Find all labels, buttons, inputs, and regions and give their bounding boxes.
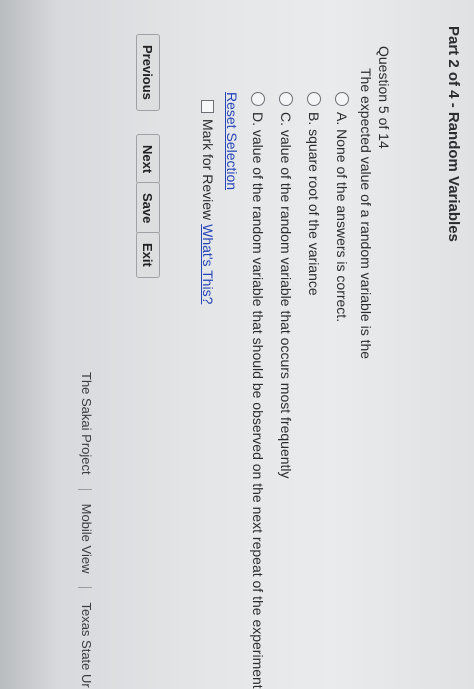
checkbox[interactable]: [201, 100, 215, 113]
previous-button[interactable]: Previous: [136, 34, 160, 111]
option-label: A. None of the answers is correct.: [334, 112, 350, 323]
section-title: Part 2 of 4 - Random Variables: [445, 26, 462, 242]
radio-button[interactable]: [279, 92, 293, 106]
option-label: C. value of the random variable that occ…: [278, 112, 294, 479]
option-b[interactable]: B. square root of the variance: [306, 92, 322, 296]
footer-divider: [78, 587, 93, 589]
exit-button[interactable]: Exit: [136, 232, 160, 278]
question-number: Question 5 of 14: [376, 46, 392, 149]
mark-for-review-label: Mark for Review: [200, 119, 216, 221]
option-d[interactable]: D. value of the random variable that sho…: [250, 92, 266, 689]
radio-button[interactable]: [335, 92, 349, 106]
option-a[interactable]: A. None of the answers is correct.: [334, 92, 350, 322]
option-c[interactable]: C. value of the random variable that occ…: [278, 92, 294, 479]
footer-divider: [78, 488, 93, 490]
radio-button[interactable]: [307, 92, 321, 106]
sakai-project-link[interactable]: The Sakai Project: [79, 372, 94, 475]
whats-this-link[interactable]: What's This?: [200, 224, 216, 304]
radio-button[interactable]: [251, 92, 265, 106]
question-text: The expected value of a random variable …: [358, 68, 374, 360]
option-label: B. square root of the variance: [306, 112, 322, 296]
next-button[interactable]: Next: [136, 134, 160, 185]
texas-state-link[interactable]: Texas State Ur: [79, 602, 94, 687]
save-button[interactable]: Save: [136, 182, 160, 235]
mobile-view-link[interactable]: Mobile View: [79, 504, 94, 574]
mark-for-review[interactable]: Mark for Review What's This?: [200, 100, 216, 304]
footer-links: The Sakai Project Mobile View Texas State …: [78, 372, 94, 688]
quiz-page: Part 2 of 4 - Random Variables Question …: [0, 0, 474, 689]
reset-selection-link[interactable]: Reset Selection: [224, 92, 240, 190]
option-label: D. value of the random variable that sho…: [250, 112, 266, 689]
